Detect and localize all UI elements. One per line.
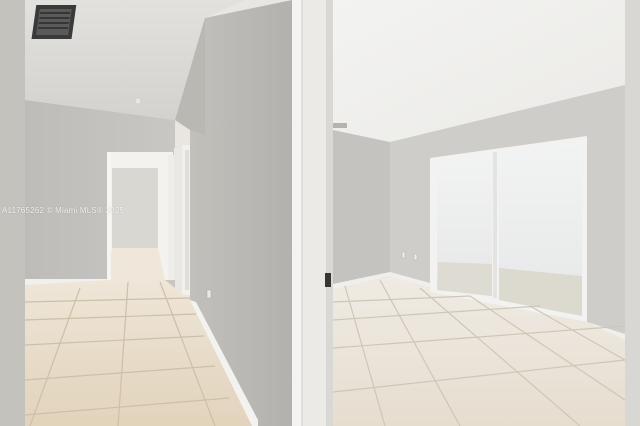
photo-watermark: A11765262 © Miami MLS® 2025 xyxy=(2,206,124,215)
room-area xyxy=(332,0,640,426)
wall-outlet xyxy=(401,251,406,259)
sliding-glass-door xyxy=(430,136,587,322)
wall-outlet xyxy=(413,253,418,261)
door-frame xyxy=(292,0,333,426)
door-strike-plate-icon xyxy=(325,273,331,287)
ceiling-vent-icon xyxy=(31,5,77,39)
ceiling-vent-icon xyxy=(333,123,347,128)
wall-outlet xyxy=(206,289,212,299)
right-wall-edge xyxy=(625,0,640,426)
smoke-detector-icon xyxy=(134,97,142,105)
room-left-wall xyxy=(333,130,390,287)
